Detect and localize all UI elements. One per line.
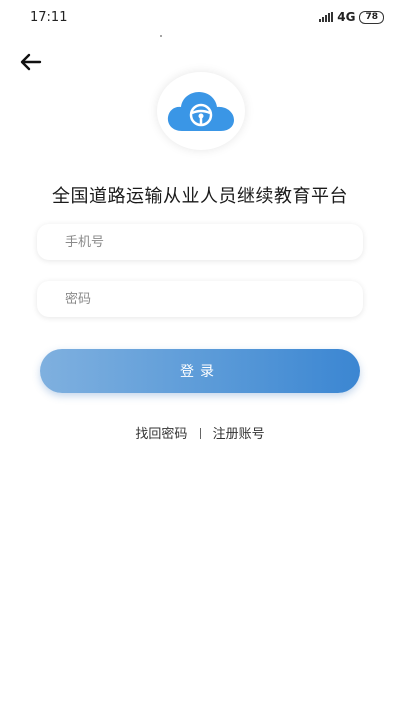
password-field[interactable]: [37, 281, 363, 317]
camera-dot: [160, 35, 162, 37]
network-type: 4G: [337, 10, 356, 24]
login-screen: 17:11 4G 78 全国道路运输从业人员继续教育平台 手机号 登录 找回密码…: [0, 0, 400, 711]
password-input[interactable]: [63, 290, 363, 308]
status-bar: 17:11 4G 78: [0, 0, 400, 34]
status-time: 17:11: [30, 10, 68, 25]
account-links: 找回密码 注册账号: [0, 423, 400, 442]
phone-input[interactable]: [63, 233, 363, 251]
phone-field[interactable]: [37, 224, 363, 260]
login-button[interactable]: 登录: [40, 349, 360, 393]
forgot-password-link[interactable]: 找回密码: [135, 427, 187, 442]
signal-icon: [319, 12, 334, 22]
battery-level: 78: [365, 11, 378, 22]
register-link[interactable]: 注册账号: [213, 427, 265, 442]
battery-icon: 78: [359, 10, 384, 24]
arrow-left-icon: [20, 53, 42, 71]
links-separator: [199, 428, 201, 439]
cloud-steering-wheel-icon: [167, 92, 234, 131]
app-logo: [157, 72, 245, 150]
app-title: 全国道路运输从业人员继续教育平台: [52, 186, 348, 207]
back-button[interactable]: [18, 50, 44, 74]
status-indicators: 4G 78: [319, 10, 384, 24]
